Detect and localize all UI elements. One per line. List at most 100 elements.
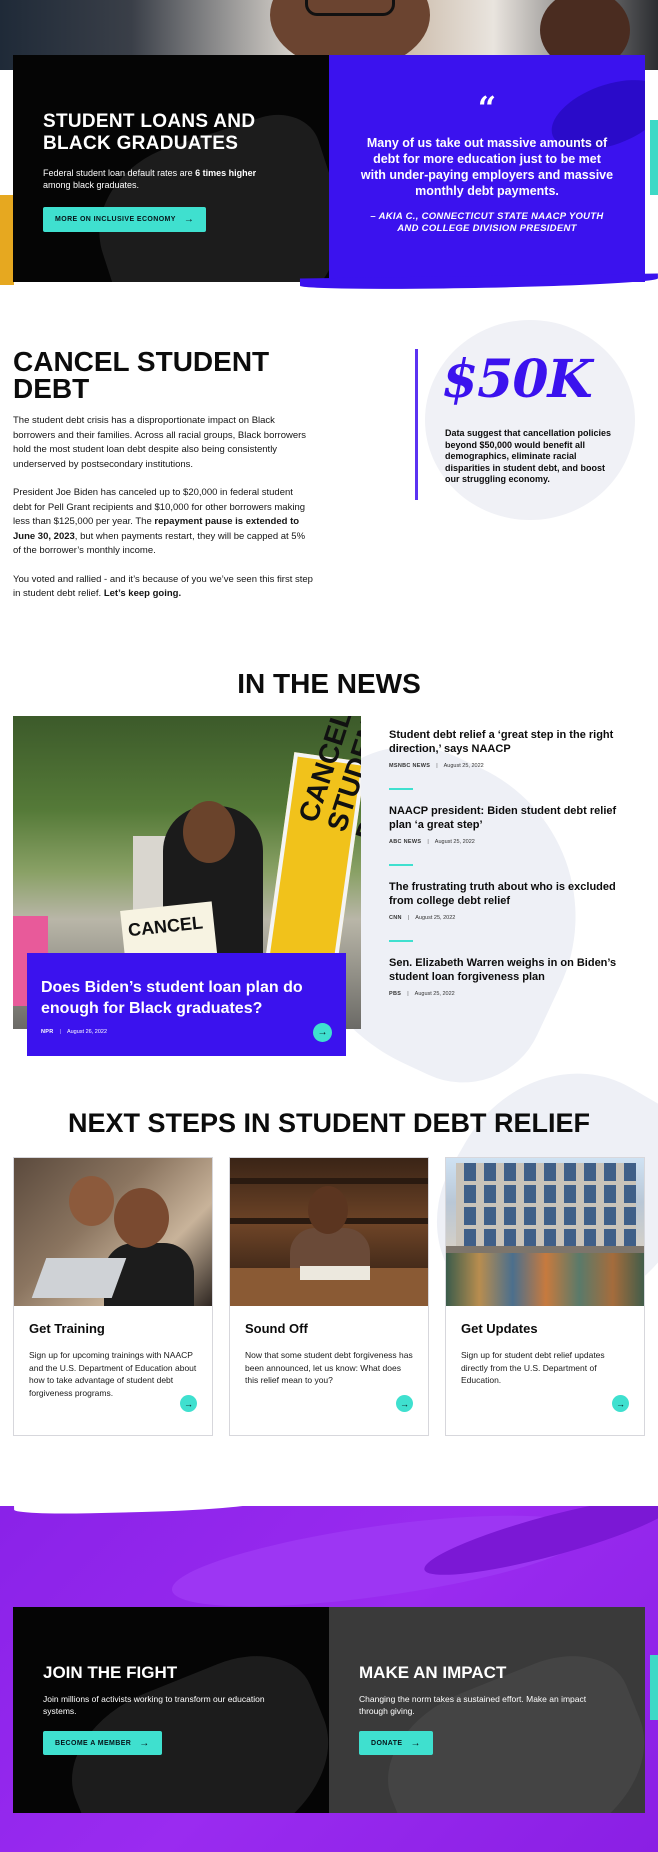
make-impact-panel: MAKE AN IMPACT Changing the norm takes a… <box>329 1607 645 1813</box>
cancel-paragraph-1: The student debt crisis has a disproport… <box>13 415 307 470</box>
quote-mark-icon: “ <box>477 89 497 127</box>
inclusive-economy-button[interactable]: MORE ON INCLUSIVE ECONOMY → <box>43 207 207 232</box>
hero-subtitle-bold: 6 times higher <box>195 168 257 178</box>
news-date: August 25, 2022 <box>414 991 455 997</box>
card-body: Sign up for student debt relief updates … <box>461 1350 605 1385</box>
stat-divider <box>415 349 418 500</box>
news-date: August 25, 2022 <box>415 915 456 921</box>
photo-sign-large-text: CANCEL STUDENT DEBT <box>292 716 361 845</box>
meta-separator: | <box>407 915 410 921</box>
news-item-headline[interactable]: NAACP president: Biden student debt reli… <box>389 805 629 832</box>
cancel-paragraph-2: President Joe Biden has canceled up to $… <box>13 486 313 559</box>
hero-left-panel: STUDENT LOANS AND BLACK GRADUATES Federa… <box>13 55 329 282</box>
cancel-debt-body: The student debt crisis has a disproport… <box>13 414 313 616</box>
hero-quote-panel: “ Many of us take out massive amounts of… <box>329 55 645 282</box>
cancel-p3-bold: Let’s keep going. <box>103 588 182 599</box>
become-member-label: BECOME A MEMBER <box>55 1739 132 1747</box>
news-item[interactable]: NAACP president: Biden student debt reli… <box>389 805 629 845</box>
hero-yellow-accent <box>0 195 14 285</box>
news-item-headline[interactable]: Student debt relief a ‘great step in the… <box>389 729 629 756</box>
photo-protester-face <box>183 801 235 863</box>
news-feature-meta: NPR | August 26, 2022 <box>41 1029 332 1035</box>
news-item[interactable]: Sen. Elizabeth Warren weighs in on Biden… <box>389 957 629 997</box>
news-item-headline[interactable]: Sen. Elizabeth Warren weighs in on Biden… <box>389 957 629 984</box>
inclusive-economy-button-label: MORE ON INCLUSIVE ECONOMY <box>55 216 176 223</box>
meta-separator: | <box>427 839 429 845</box>
meta-separator: | <box>436 763 438 769</box>
news-section-title: IN THE NEWS <box>237 668 421 699</box>
hero-cyan-accent <box>650 120 658 195</box>
news-source: PBS <box>389 991 402 997</box>
hero-quote: Many of us take out massive amounts of d… <box>360 136 614 198</box>
news-item-meta: MSNBC NEWS | August 25, 2022 <box>389 763 629 769</box>
news-divider <box>389 864 413 866</box>
photo-shelf <box>230 1178 428 1184</box>
hero-subtitle-after: among black graduates. <box>43 180 140 190</box>
donate-button[interactable]: DONATE → <box>359 1731 433 1755</box>
hero-card: STUDENT LOANS AND BLACK GRADUATES Federa… <box>13 55 645 282</box>
photo-laptop <box>31 1258 127 1298</box>
news-item[interactable]: The frustrating truth about who is exclu… <box>389 881 629 921</box>
news-date: August 25, 2022 <box>443 763 484 769</box>
join-fight-title: JOIN THE FIGHT <box>43 1663 178 1682</box>
card-body: Sign up for upcoming trainings with NAAC… <box>29 1350 197 1398</box>
sound-off-photo <box>230 1158 428 1306</box>
hero-photo-glasses <box>305 0 395 16</box>
news-source: CNN <box>389 915 402 921</box>
news-divider <box>389 788 413 790</box>
make-impact-subtitle: Changing the norm takes a sustained effo… <box>359 1694 587 1716</box>
news-source: MSNBC NEWS <box>389 763 431 769</box>
card-title: Get Updates <box>461 1321 538 1336</box>
hero-subtitle: Federal student loan default rates are 6… <box>43 167 273 191</box>
news-source: ABC NEWS <box>389 839 422 845</box>
arrow-right-icon: → <box>139 1737 150 1749</box>
meta-separator: | <box>59 1029 61 1035</box>
news-date: August 25, 2022 <box>434 839 475 845</box>
stat-description: Data suggest that cancellation policies … <box>445 428 612 484</box>
make-impact-title: MAKE AN IMPACT <box>359 1663 507 1682</box>
impact-brush-texture <box>364 1634 645 1813</box>
news-item-headline[interactable]: The frustrating truth about who is exclu… <box>389 881 629 908</box>
arrow-right-icon[interactable]: → <box>313 1023 332 1042</box>
cta-cyan-accent <box>650 1655 658 1720</box>
updates-photo <box>446 1158 644 1306</box>
news-item[interactable]: Student debt relief a ‘great step in the… <box>389 729 629 769</box>
news-divider <box>389 940 413 942</box>
arrow-right-icon: → <box>410 1737 421 1749</box>
hero-subtitle-before: Federal student loan default rates are <box>43 168 196 178</box>
step-card-sound-off[interactable]: Sound Off Now that some student debt for… <box>229 1157 429 1436</box>
news-item-meta: ABC NEWS | August 25, 2022 <box>389 839 629 845</box>
news-date: August 26, 2022 <box>66 1029 108 1035</box>
news-item-meta: CNN | August 25, 2022 <box>389 915 629 921</box>
photo-person-back <box>69 1176 114 1226</box>
cta-card: JOIN THE FIGHT Join millions of activist… <box>13 1607 645 1813</box>
step-card-training[interactable]: Get Training Sign up for upcoming traini… <box>13 1157 213 1436</box>
news-source: NPR <box>41 1029 54 1035</box>
arrow-right-icon[interactable]: → <box>612 1395 629 1412</box>
photo-paper <box>300 1266 370 1280</box>
photo-building-lobby <box>446 1253 644 1306</box>
photo-sign-small-text: CANCEL <box>127 912 204 941</box>
cancel-paragraph-3: You voted and rallied - and it’s because… <box>13 573 313 602</box>
arrow-right-icon[interactable]: → <box>396 1395 413 1412</box>
training-photo <box>14 1158 212 1306</box>
news-feature-card[interactable]: Does Biden’s student loan plan do enough… <box>27 953 346 1056</box>
photo-person-face <box>308 1186 348 1234</box>
hero-title: STUDENT LOANS AND BLACK GRADUATES <box>43 111 256 154</box>
photo-person-front <box>114 1188 169 1248</box>
meta-separator: | <box>407 991 409 997</box>
stat-value: $50K <box>442 349 593 410</box>
join-fight-subtitle: Join millions of activists working to tr… <box>43 1694 265 1716</box>
become-member-button[interactable]: BECOME A MEMBER → <box>43 1731 162 1755</box>
card-body: Now that some student debt forgiveness h… <box>245 1350 413 1385</box>
page: STUDENT LOANS AND BLACK GRADUATES Federa… <box>0 0 658 1852</box>
cancel-debt-title: CANCEL STUDENT DEBT <box>13 346 270 404</box>
join-brush-texture <box>48 1634 329 1813</box>
news-feature-headline[interactable]: Does Biden’s student loan plan do enough… <box>41 977 321 1019</box>
next-steps-title: NEXT STEPS IN STUDENT DEBT RELIEF <box>67 1108 591 1138</box>
join-fight-panel: JOIN THE FIGHT Join millions of activist… <box>13 1607 329 1813</box>
step-card-updates[interactable]: Get Updates Sign up for student debt rel… <box>445 1157 645 1436</box>
news-item-meta: PBS | August 25, 2022 <box>389 991 629 997</box>
photo-building-windows <box>456 1163 636 1248</box>
arrow-right-icon[interactable]: → <box>180 1395 197 1412</box>
